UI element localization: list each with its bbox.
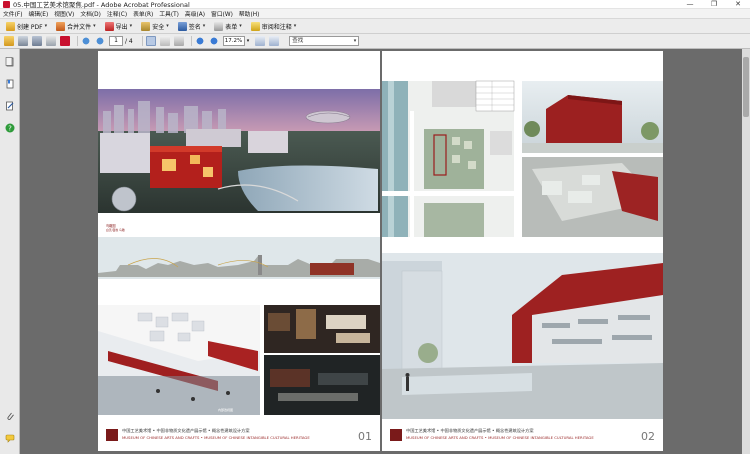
- menu-help[interactable]: 帮助(H): [239, 9, 259, 18]
- toolbar-divider: [190, 36, 192, 46]
- secure-label: 安全: [152, 23, 165, 31]
- page-2-footer: 中国工艺美术馆 • 中国非物质文化遗产展示馆 • 概念性建筑设计方案 MUSEU…: [382, 421, 663, 451]
- forms-label: 表单: [225, 23, 238, 31]
- create-pdf-label: 创建 PDF: [17, 23, 43, 31]
- open-folder-icon[interactable]: [4, 36, 14, 46]
- footer-title-en: MUSEUM OF CHINESE ARTS AND CRAFTS • MUSE…: [406, 435, 594, 440]
- chevron-down-icon[interactable]: ▾: [247, 38, 250, 44]
- acrobat-tool-icon[interactable]: [60, 36, 70, 46]
- museum-logo-icon: [106, 429, 118, 441]
- sign-label: 签名: [188, 23, 201, 31]
- review-label: 审阅和注释: [261, 23, 292, 31]
- interior-caption: 内部透视图: [218, 407, 233, 412]
- form-icon: [214, 21, 224, 31]
- chevron-down-icon: ▾: [44, 23, 48, 29]
- help-icon[interactable]: ?: [5, 123, 15, 133]
- email-icon[interactable]: [46, 36, 56, 46]
- chevron-down-icon: ▾: [293, 23, 297, 29]
- create-pdf-button[interactable]: 创建 PDF ▾: [3, 20, 50, 32]
- bookmarks-icon[interactable]: [5, 79, 15, 89]
- navigation-pane: ?: [0, 49, 20, 454]
- menu-comments[interactable]: 注释(C): [107, 9, 127, 18]
- chevron-down-icon: ▾: [239, 23, 242, 29]
- window-controls: — ❐ ✕: [678, 0, 750, 9]
- lock-icon: [141, 21, 151, 31]
- page-number: 02: [641, 430, 655, 443]
- zoom-out-icon[interactable]: [194, 36, 205, 46]
- menu-window[interactable]: 窗口(W): [211, 9, 233, 18]
- fit-width-icon[interactable]: [269, 36, 280, 46]
- menu-forms[interactable]: 表单(R): [133, 9, 153, 18]
- menu-document[interactable]: 文档(D): [80, 9, 101, 18]
- export-icon: [104, 21, 114, 31]
- export-button[interactable]: 导出 ▾: [102, 20, 136, 32]
- marquee-zoom-icon[interactable]: [173, 36, 184, 46]
- pages-icon[interactable]: [5, 57, 15, 67]
- footer-title-cn: 中国工艺美术馆 • 中国非物质文化遗产展示馆 • 概念性建筑设计方案: [406, 428, 534, 433]
- page-1-artwork: 鸟瞰图 白天/夜晚 鸟瞰 内部透视图: [98, 89, 380, 415]
- forms-button[interactable]: 表单 ▾: [211, 20, 245, 32]
- chevron-down-icon[interactable]: ▾: [354, 37, 357, 45]
- menu-tools[interactable]: 工具(T): [159, 9, 179, 18]
- page-number: 01: [358, 430, 372, 443]
- create-pdf-icon: [6, 21, 15, 31]
- find-input[interactable]: 查找 ▾: [289, 36, 360, 46]
- footer-title-en: MUSEUM OF CHINESE ARTS AND CRAFTS • MUSE…: [122, 435, 310, 440]
- document-workspace[interactable]: 鸟瞰图 白天/夜晚 鸟瞰 内部透视图 中国工艺美术馆 • 中国非物质文化遗产展示…: [21, 49, 750, 454]
- hand-tool-icon[interactable]: [159, 36, 170, 46]
- chevron-down-icon: ▾: [93, 23, 96, 29]
- signatures-icon[interactable]: [5, 101, 15, 111]
- acrobat-logo-icon: [3, 0, 10, 8]
- combine-icon: [56, 21, 66, 31]
- pdf-page-1: 鸟瞰图 白天/夜晚 鸟瞰 内部透视图 中国工艺美术馆 • 中国非物质文化遗产展示…: [98, 51, 380, 451]
- combine-files-button[interactable]: 合并文件 ▾: [53, 20, 99, 32]
- pen-icon: [177, 21, 187, 31]
- maximize-button[interactable]: ❐: [702, 0, 726, 9]
- combine-label: 合并文件: [67, 23, 92, 31]
- sign-button[interactable]: 签名 ▾: [175, 20, 209, 32]
- zoom-level-input[interactable]: 17.2%: [222, 36, 245, 46]
- window-title: 05.中国工艺美术馆聚焦.pdf - Adobe Acrobat Profess…: [13, 1, 190, 9]
- select-tool-icon[interactable]: [145, 36, 156, 46]
- aerial-caption-en: 白天/夜晚 鸟瞰: [106, 228, 125, 232]
- close-button[interactable]: ✕: [726, 0, 750, 9]
- menu-file[interactable]: 文件(F): [3, 9, 22, 18]
- chevron-down-icon: ▾: [166, 23, 169, 29]
- page-number-input[interactable]: 1: [109, 36, 123, 46]
- svg-text:?: ?: [8, 125, 12, 133]
- vertical-scrollbar[interactable]: [742, 49, 750, 454]
- menu-edit[interactable]: 编辑(E): [28, 9, 48, 18]
- menu-view[interactable]: 视图(V): [54, 9, 74, 18]
- task-toolbar: 创建 PDF ▾ 合并文件 ▾ 导出 ▾ 安全 ▾ 签名 ▾ 表单 ▾ 审阅和注…: [0, 19, 750, 34]
- export-label: 导出: [115, 23, 128, 31]
- find-placeholder: 查找: [292, 38, 304, 44]
- review-comment-button[interactable]: 审阅和注释 ▾: [248, 20, 300, 32]
- save-icon[interactable]: [32, 36, 42, 46]
- chevron-down-icon: ▾: [129, 23, 133, 29]
- menu-advanced[interactable]: 高级(A): [185, 9, 205, 18]
- footer-title-cn: 中国工艺美术馆 • 中国非物质文化遗产展示馆 • 概念性建筑设计方案: [122, 428, 250, 433]
- page-1-footer: 中国工艺美术馆 • 中国非物质文化遗产展示馆 • 概念性建筑设计方案 MUSEU…: [98, 421, 380, 451]
- pdf-page-2: 东侧广场透视 东侧广场 / 城市公共空间 中国工艺美术馆 • 中国非物质文化遗产…: [382, 51, 663, 451]
- page-2-artwork: 东侧广场透视 东侧广场 / 城市公共空间: [382, 80, 663, 434]
- print-icon[interactable]: [18, 36, 28, 46]
- next-page-icon[interactable]: [95, 36, 105, 46]
- menu-bar: 文件(F) 编辑(E) 视图(V) 文档(D) 注释(C) 表单(R) 工具(T…: [0, 9, 750, 19]
- toolbar-divider: [77, 36, 78, 46]
- previous-page-icon[interactable]: [81, 36, 91, 46]
- comment-icon: [250, 21, 260, 31]
- title-bar: 05.中国工艺美术馆聚焦.pdf - Adobe Acrobat Profess…: [0, 0, 750, 9]
- zoom-in-icon[interactable]: [208, 36, 219, 46]
- chevron-down-icon: ▾: [202, 23, 206, 29]
- navigation-toolbar: 1 / 4 17.2% ▾ 查找 ▾: [0, 34, 750, 49]
- page-total: / 4: [125, 37, 133, 45]
- fit-page-icon[interactable]: [255, 36, 266, 46]
- attachments-icon[interactable]: [5, 411, 15, 421]
- museum-logo-icon: [390, 429, 402, 441]
- minimize-button[interactable]: —: [678, 0, 702, 9]
- scrollbar-thumb[interactable]: [743, 57, 749, 117]
- comments-icon[interactable]: [5, 433, 15, 443]
- toolbar-divider: [141, 36, 143, 46]
- secure-button[interactable]: 安全 ▾: [138, 20, 172, 32]
